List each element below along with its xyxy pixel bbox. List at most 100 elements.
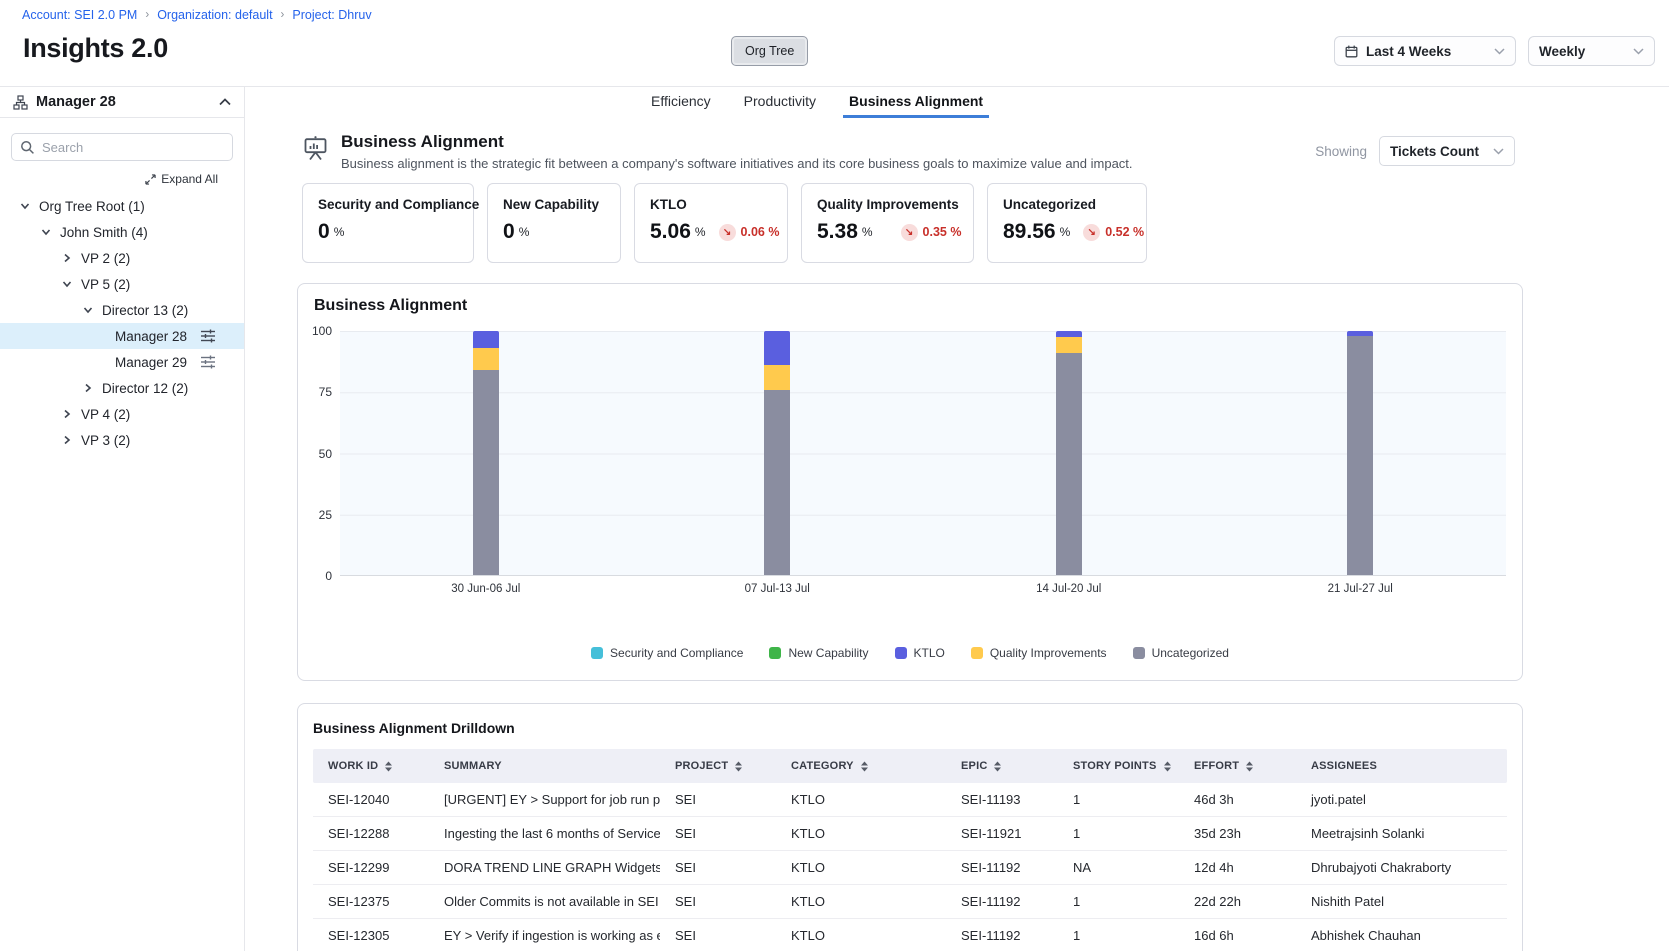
legend-label: New Capability (788, 646, 868, 660)
column-header-assignees[interactable]: ASSIGNEES (1296, 760, 1507, 772)
cell-assignees: Meetrajsinh Solanki (1296, 826, 1507, 841)
stat-card-title: Quality Improvements (817, 197, 958, 212)
column-header-category[interactable]: CATEGORY (776, 760, 946, 772)
section-title: Business Alignment (341, 132, 1133, 152)
tree-item-org-tree-root[interactable]: Org Tree Root (1) (0, 193, 244, 219)
stat-card-title: Uncategorized (1003, 197, 1131, 212)
tree-item-manager-28[interactable]: Manager 28 (0, 323, 244, 349)
expand-all-label: Expand All (161, 172, 218, 186)
column-header-story-points[interactable]: STORY POINTS (1058, 760, 1179, 772)
tree-item-director-13[interactable]: Director 13 (2) (0, 297, 244, 323)
cell-project: SEI (660, 826, 776, 841)
tree-item-vp-2[interactable]: VP 2 (2) (0, 245, 244, 271)
date-range-select[interactable]: Last 4 Weeks (1334, 36, 1516, 66)
tree-item-vp-3[interactable]: VP 3 (2) (0, 427, 244, 453)
tree-item-label: Org Tree Root (1) (39, 199, 145, 214)
column-header-effort[interactable]: EFFORT (1179, 760, 1296, 772)
tree-item-manager-29[interactable]: Manager 29 (0, 349, 244, 375)
breadcrumb: Account: SEI 2.0 PM › Organization: defa… (22, 8, 372, 22)
tree-item-label: VP 4 (2) (81, 407, 130, 422)
chevron-separator-icon: › (145, 9, 149, 21)
tab-efficiency[interactable]: Efficiency (645, 87, 717, 118)
column-header-epic[interactable]: EPIC (946, 760, 1058, 772)
granularity-select[interactable]: Weekly (1528, 36, 1655, 66)
stat-card-value: 89.56 (1003, 220, 1056, 244)
tree-item-label: John Smith (4) (60, 225, 148, 240)
stacked-bar-week-2[interactable] (764, 331, 790, 575)
legend-item-uncategorized[interactable]: Uncategorized (1133, 646, 1229, 660)
sort-icon (734, 761, 743, 772)
stat-card-value: 0 (318, 220, 330, 244)
stacked-bar-week-1[interactable] (473, 331, 499, 575)
stat-card-unit: % (334, 225, 345, 239)
breadcrumb-project-link[interactable]: Project: Dhruv (292, 8, 371, 22)
legend-swatch (895, 647, 907, 659)
section-description: Business alignment is the strategic fit … (341, 156, 1133, 171)
cell-summary: [URGENT] EY > Support for job run par... (429, 792, 660, 807)
cell-category: KTLO (776, 860, 946, 875)
cell-project: SEI (660, 894, 776, 909)
stat-card-delta-value: 0.52 % (1105, 225, 1144, 239)
org-tree-button[interactable]: Org Tree (731, 36, 808, 66)
stat-card-unit: % (519, 225, 530, 239)
filter-sliders-icon[interactable] (200, 355, 216, 369)
stat-card-value: 5.06 (650, 220, 691, 244)
showing-select[interactable]: Tickets Count (1379, 136, 1515, 166)
sort-icon (993, 761, 1002, 772)
cell-work-id: SEI-12040 (313, 792, 429, 807)
sort-icon (860, 761, 869, 772)
tree-item-label: Director 12 (2) (102, 381, 188, 396)
cell-assignees: Abhishek Chauhan (1296, 928, 1507, 943)
tree-item-label: Director 13 (2) (102, 303, 188, 318)
tree-item-john-smith[interactable]: John Smith (4) (0, 219, 244, 245)
cell-category: KTLO (776, 792, 946, 807)
chart-plot (340, 331, 1506, 576)
cell-epic: SEI-11193 (946, 792, 1058, 807)
bar-segment (473, 348, 499, 370)
chevron-right-icon (60, 251, 74, 265)
stat-card-ktlo: KTLO 5.06 % ↘ 0.06 % (634, 183, 788, 263)
breadcrumb-organization-link[interactable]: Organization: default (157, 8, 272, 22)
legend-item-security-and-compliance[interactable]: Security and Compliance (591, 646, 743, 660)
column-header-project[interactable]: PROJECT (660, 760, 776, 772)
tab-business-alignment[interactable]: Business Alignment (843, 87, 989, 118)
column-header-summary[interactable]: SUMMARY (429, 760, 660, 772)
legend-item-ktlo[interactable]: KTLO (895, 646, 945, 660)
tree-item-label: VP 2 (2) (81, 251, 130, 266)
collapse-sidebar-chevron-up-icon[interactable] (219, 98, 231, 106)
cell-summary: EY > Verify if ingestion is working as e… (429, 928, 660, 943)
legend-item-quality-improvements[interactable]: Quality Improvements (971, 646, 1107, 660)
trend-down-icon: ↘ (1083, 224, 1100, 241)
tree-item-label: VP 3 (2) (81, 433, 130, 448)
breadcrumb-account-link[interactable]: Account: SEI 2.0 PM (22, 8, 137, 22)
tab-productivity[interactable]: Productivity (738, 87, 822, 118)
cell-effort: 22d 22h (1179, 894, 1296, 909)
tree-item-director-12[interactable]: Director 12 (2) (0, 375, 244, 401)
legend-label: KTLO (914, 646, 945, 660)
bar-segment (764, 390, 790, 575)
column-label: EFFORT (1194, 760, 1239, 772)
filter-sliders-icon[interactable] (200, 329, 216, 343)
chevron-right-icon (60, 433, 74, 447)
stat-card-delta: ↘ 0.52 % (1083, 224, 1144, 241)
search-input[interactable] (42, 140, 224, 155)
sort-icon (1245, 761, 1254, 772)
business-alignment-chart-card: Business Alignment 100 75 50 25 0 30 Jun… (297, 283, 1523, 681)
y-tick-label: 0 (325, 569, 332, 583)
top-header: Account: SEI 2.0 PM › Organization: defa… (0, 0, 1669, 87)
stacked-bar-week-3[interactable] (1056, 331, 1082, 575)
showing-group: Showing Tickets Count (1315, 136, 1515, 166)
expand-all-button[interactable]: Expand All (145, 172, 218, 186)
tree-item-vp-4[interactable]: VP 4 (2) (0, 401, 244, 427)
stacked-bar-week-4[interactable] (1347, 331, 1373, 575)
table-row: SEI-12305 EY > Verify if ingestion is wo… (313, 919, 1507, 951)
cell-effort: 46d 3h (1179, 792, 1296, 807)
tree-item-vp-5[interactable]: VP 5 (2) (0, 271, 244, 297)
stat-card-title: KTLO (650, 197, 772, 212)
column-header-work-id[interactable]: WORK ID (313, 760, 429, 772)
stat-card-delta: ↘ 0.06 % (719, 224, 780, 241)
content: Business Alignment Business alignment is… (297, 118, 1523, 951)
chevron-down-icon (18, 199, 32, 213)
legend-item-new-capability[interactable]: New Capability (769, 646, 868, 660)
showing-value: Tickets Count (1390, 144, 1479, 159)
